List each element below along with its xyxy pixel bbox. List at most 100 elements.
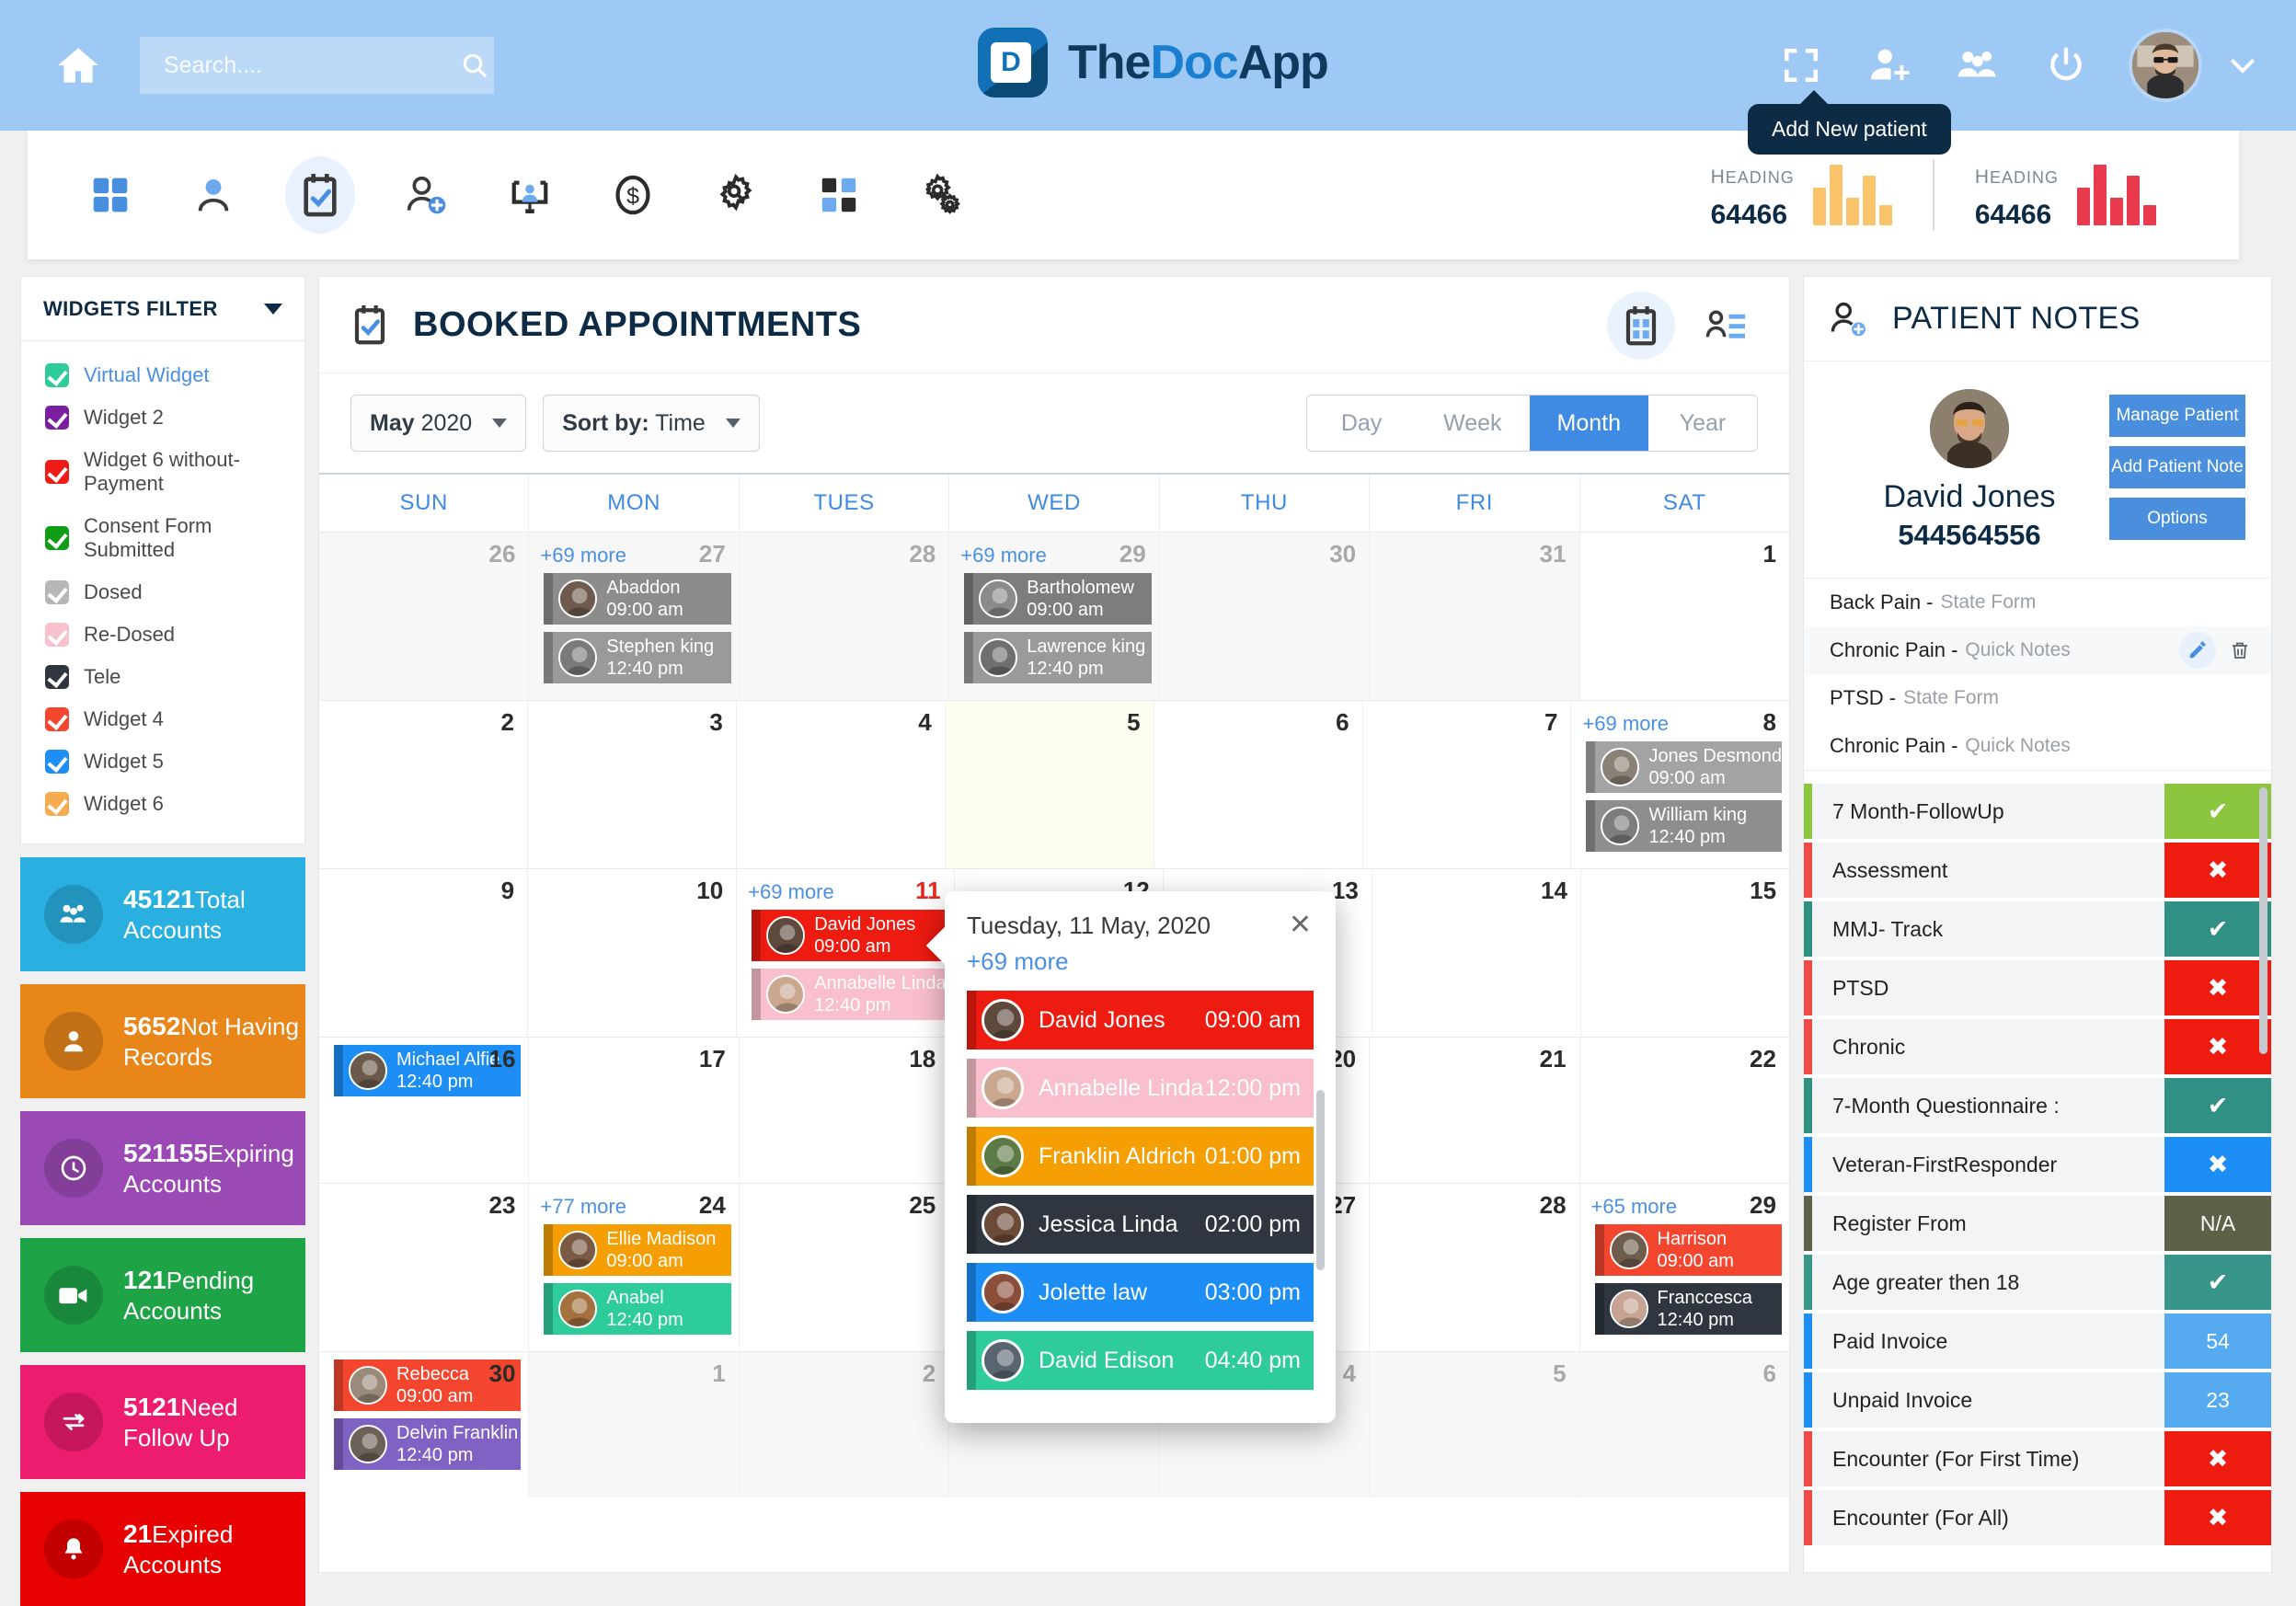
- calendar-day-cell[interactable]: 14: [1372, 869, 1581, 1037]
- status-badge[interactable]: ✖: [2164, 843, 2271, 898]
- calendar-day-cell[interactable]: 6: [1154, 701, 1363, 868]
- patient-list-view-icon[interactable]: [1692, 292, 1760, 360]
- more-appointments-link[interactable]: +69 more: [748, 880, 834, 904]
- calendar-day-cell[interactable]: 1: [1579, 533, 1789, 700]
- calendar-day-cell[interactable]: 5: [945, 701, 1154, 868]
- calendar-day-cell[interactable]: 1: [529, 1352, 740, 1497]
- patient-note-row[interactable]: Chronic Pain - Quick Notes: [1804, 722, 2271, 770]
- filter-item[interactable]: Tele: [21, 656, 304, 698]
- patient-note-row[interactable]: Back Pain - State Form: [1804, 579, 2271, 626]
- checkbox-icon[interactable]: [45, 750, 69, 774]
- popup-scrollbar[interactable]: [1316, 1090, 1325, 1270]
- appointment-chip[interactable]: Franccesca 12:40 pm: [1594, 1283, 1782, 1335]
- status-badge[interactable]: ✖: [2164, 1431, 2271, 1486]
- search-icon[interactable]: [460, 50, 489, 81]
- appointment-chip[interactable]: William king 12:40 pm: [1586, 800, 1782, 852]
- calendar-day-cell[interactable]: 11 +69 more David Jones 09:00 am Annabelle L…: [737, 869, 955, 1037]
- popup-appointment-row[interactable]: Franklin Aldrich 01:00 pm: [967, 1127, 1314, 1186]
- sidebar-stat-card[interactable]: 5652Not Having Records: [20, 984, 305, 1098]
- status-badge[interactable]: ✔: [2164, 1078, 2271, 1133]
- view-tab[interactable]: Day: [1307, 396, 1417, 451]
- sort-select[interactable]: Sort by: Time: [543, 395, 760, 452]
- status-badge[interactable]: ✖: [2164, 960, 2271, 1015]
- appointment-chip[interactable]: Delvin Franklin 12:40 pm: [334, 1418, 522, 1470]
- more-appointments-link[interactable]: +77 more: [540, 1195, 626, 1219]
- more-appointments-link[interactable]: +69 more: [960, 544, 1047, 568]
- status-badge[interactable]: 54: [2164, 1313, 2271, 1369]
- edit-icon[interactable]: [2179, 632, 2216, 669]
- more-appointments-link[interactable]: +69 more: [1582, 712, 1669, 736]
- popup-appointment-row[interactable]: David Jones 09:00 am: [967, 991, 1314, 1050]
- billing-dollar-icon[interactable]: $: [602, 164, 664, 226]
- user-avatar[interactable]: [2129, 29, 2202, 102]
- view-tab[interactable]: Year: [1648, 396, 1757, 451]
- calendar-day-cell[interactable]: 22: [1579, 1038, 1789, 1183]
- calendar-day-cell[interactable]: 2: [739, 1352, 950, 1497]
- calendar-day-cell[interactable]: 10: [528, 869, 738, 1037]
- sidebar-stat-card[interactable]: 5121Need Follow Up: [20, 1365, 305, 1479]
- calendar-day-cell[interactable]: 31: [1370, 533, 1580, 700]
- patient-action-button[interactable]: Options: [2109, 498, 2245, 540]
- calendar-day-cell[interactable]: 6: [1579, 1352, 1789, 1497]
- calendar-day-cell[interactable]: 16 Michael Alfie 12:40 pm: [319, 1038, 530, 1183]
- calendar-day-cell[interactable]: 9: [319, 869, 529, 1037]
- delete-icon[interactable]: [2229, 639, 2251, 661]
- patient-profile-icon[interactable]: [182, 164, 245, 226]
- calendar-day-cell[interactable]: 24 +77 more Ellie Madison 09:00 am Anabel 12:…: [529, 1184, 740, 1351]
- close-icon[interactable]: ✕: [1289, 912, 1312, 939]
- dashboard-grid-icon[interactable]: [79, 164, 142, 226]
- popup-appointment-row[interactable]: David Edison 04:40 pm: [967, 1331, 1314, 1390]
- status-badge[interactable]: 23: [2164, 1372, 2271, 1428]
- calendar-day-cell[interactable]: 28: [739, 533, 950, 700]
- calendar-day-cell[interactable]: 29 +69 more Bartholomew 09:00 am Lawrence ki…: [949, 533, 1160, 700]
- checkbox-icon[interactable]: [45, 526, 69, 550]
- calendar-day-cell[interactable]: 18: [739, 1038, 950, 1183]
- calendar-day-cell[interactable]: 2: [319, 701, 528, 868]
- more-appointments-link[interactable]: +65 more: [1591, 1195, 1678, 1219]
- checkbox-icon[interactable]: [45, 623, 69, 647]
- telemedicine-monitor-icon[interactable]: [499, 164, 561, 226]
- calendar-day-cell[interactable]: 28: [1370, 1184, 1580, 1351]
- calendar-day-cell[interactable]: 30: [1159, 533, 1371, 700]
- checkbox-icon[interactable]: [45, 580, 69, 604]
- checkbox-icon[interactable]: [45, 363, 69, 387]
- settings-search-icon[interactable]: [705, 164, 767, 226]
- month-select[interactable]: May 2020: [350, 395, 527, 452]
- checkbox-icon[interactable]: [45, 792, 69, 816]
- appointment-chip[interactable]: Jones Desmond 09:00 am: [1586, 741, 1782, 793]
- checkbox-icon[interactable]: [45, 707, 69, 731]
- filter-item[interactable]: Consent Form Submitted: [21, 505, 304, 571]
- filter-item[interactable]: Widget 4: [21, 698, 304, 740]
- status-badge[interactable]: ✔: [2164, 901, 2271, 957]
- appointment-chip[interactable]: Ellie Madison 09:00 am: [544, 1224, 731, 1276]
- status-badge[interactable]: ✖: [2164, 1137, 2271, 1192]
- view-tab[interactable]: Month: [1529, 396, 1648, 451]
- filter-item[interactable]: Widget 5: [21, 740, 304, 783]
- status-list-scrollbar[interactable]: [2259, 787, 2267, 1054]
- popup-appointment-row[interactable]: Jessica Linda 02:00 pm: [967, 1195, 1314, 1254]
- calendar-day-cell[interactable]: 3: [527, 701, 737, 868]
- calendar-day-cell[interactable]: 30 Rebecca 09:00 am Delvin Franklin 12:40 pm: [319, 1352, 530, 1497]
- appointment-chip[interactable]: David Jones 09:00 am: [752, 910, 947, 961]
- calendar-day-cell[interactable]: 4: [736, 701, 946, 868]
- sidebar-stat-card[interactable]: 521155Expiring Accounts: [20, 1111, 305, 1225]
- calendar-day-cell[interactable]: 5: [1370, 1352, 1580, 1497]
- calendar-day-cell[interactable]: 21: [1370, 1038, 1580, 1183]
- checkbox-icon[interactable]: [45, 665, 69, 689]
- calendar-day-cell[interactable]: 8 +69 more Jones Desmond 09:00 am William ki…: [1571, 701, 1789, 868]
- more-appointments-link[interactable]: +69 more: [540, 544, 626, 568]
- appointments-clipboard-icon[interactable]: [285, 156, 355, 234]
- search-input[interactable]: [164, 52, 460, 79]
- home-icon[interactable]: [53, 40, 103, 90]
- filter-item[interactable]: Re-Dosed: [21, 614, 304, 656]
- sidebar-stat-card[interactable]: 45121Total Accounts: [20, 857, 305, 971]
- popup-appointment-row[interactable]: Jolette law 03:00 pm: [967, 1263, 1314, 1322]
- status-badge[interactable]: N/A: [2164, 1196, 2271, 1251]
- patient-note-row[interactable]: Chronic Pain - Quick Notes: [1804, 626, 2271, 674]
- view-tab[interactable]: Week: [1416, 396, 1530, 451]
- calendar-day-cell[interactable]: 26: [319, 533, 530, 700]
- status-badge[interactable]: ✖: [2164, 1490, 2271, 1545]
- calendar-day-cell[interactable]: 25: [739, 1184, 950, 1351]
- calendar-day-cell[interactable]: 29 +65 more Harrison 09:00 am Franccesca 12:4…: [1579, 1184, 1789, 1351]
- appointment-chip[interactable]: Harrison 09:00 am: [1594, 1224, 1782, 1276]
